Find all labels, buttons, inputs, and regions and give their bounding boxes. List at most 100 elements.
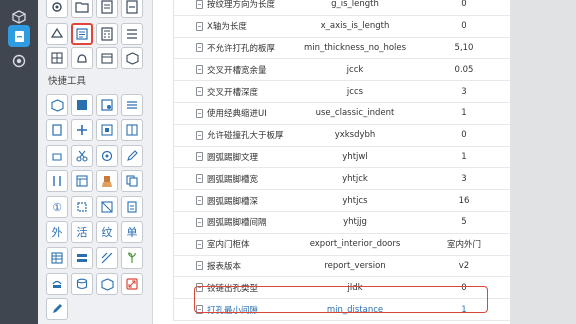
frame-tool-icon[interactable] xyxy=(71,196,93,218)
param-name: 室内门柜体 xyxy=(207,240,250,251)
param-value[interactable]: 0 xyxy=(424,0,504,9)
folder-tool-icon[interactable] xyxy=(71,0,93,18)
param-name: 交叉开槽深度 xyxy=(207,87,259,98)
shape-tool-icon[interactable] xyxy=(46,273,68,295)
param-key: jcck xyxy=(346,64,364,75)
edit-tool-icon[interactable] xyxy=(121,145,143,167)
calendar-tool-icon[interactable] xyxy=(96,47,118,69)
drawer-tool-icon[interactable] xyxy=(71,94,93,116)
copy-tool-icon[interactable] xyxy=(121,170,143,192)
table-row[interactable]: 允许碰撞孔大于板厚 yxksdybh 0 xyxy=(174,125,510,147)
page-tool-icon[interactable] xyxy=(121,196,143,218)
document-icon xyxy=(196,130,203,140)
gear-tool-icon[interactable] xyxy=(46,0,68,18)
param-value[interactable]: 0.05 xyxy=(424,65,504,75)
param-value[interactable]: 5,10 xyxy=(424,43,504,53)
circle-one-tool[interactable]: ① xyxy=(46,196,68,218)
document-icon xyxy=(196,152,203,162)
grid-tool-icon[interactable] xyxy=(46,47,68,69)
rotate-tool-icon[interactable] xyxy=(46,145,68,167)
param-key: yhtjcs xyxy=(342,195,368,206)
table-row[interactable]: 使用经典缩进UI use_classic_indent 1 xyxy=(174,103,510,125)
calculator-tool-icon[interactable] xyxy=(96,23,118,45)
dimension-tool-icon[interactable] xyxy=(96,247,118,269)
brush-tool-icon[interactable] xyxy=(96,170,118,192)
document-icon xyxy=(196,43,203,53)
param-name: 圆弧踢脚槽宽 xyxy=(207,174,259,185)
column-tool-icon[interactable] xyxy=(46,170,68,192)
document-icon xyxy=(196,0,203,9)
grain-tool[interactable]: 纹 xyxy=(96,221,118,243)
active-tool[interactable]: 活 xyxy=(71,221,93,243)
target-tool-icon[interactable] xyxy=(96,145,118,167)
move-tool-icon[interactable] xyxy=(46,23,68,45)
param-name-cell: 圆弧踢脚槽间隔 xyxy=(196,216,267,228)
param-name-cell: 圆弧踢脚槽深 xyxy=(196,195,258,207)
selection-highlight-box xyxy=(194,286,488,313)
param-value[interactable]: 3 xyxy=(424,174,504,184)
document-icon xyxy=(196,261,203,271)
plant-tool-icon[interactable] xyxy=(121,247,143,269)
table-row[interactable]: 交叉开槽深度 jccs 3 xyxy=(174,81,510,103)
table-row[interactable]: 交叉开槽宽余量 jcck 0.05 xyxy=(174,59,510,82)
rack-tool-icon[interactable] xyxy=(71,247,93,269)
bell-tool-icon[interactable] xyxy=(71,47,93,69)
layout-tool-icon[interactable] xyxy=(71,170,93,192)
table-tool-icon[interactable] xyxy=(46,247,68,269)
parameter-settings-icon[interactable] xyxy=(71,23,93,45)
board-tool-icon[interactable] xyxy=(96,196,118,218)
hardware-tool-icon[interactable] xyxy=(96,119,118,141)
cube-tool-icon[interactable] xyxy=(46,94,68,116)
param-name-cell: 报表版本 xyxy=(196,260,241,272)
document-icon xyxy=(196,87,203,97)
param-value[interactable]: 0 xyxy=(424,21,504,31)
param-value[interactable]: 3 xyxy=(424,87,504,97)
scissors-tool-icon[interactable] xyxy=(71,145,93,167)
param-value[interactable]: 室内外门 xyxy=(424,238,504,250)
param-name: X轴为长度 xyxy=(207,22,247,33)
param-value[interactable]: 1 xyxy=(424,152,504,162)
cylinder-tool-icon[interactable] xyxy=(71,273,93,295)
report-tool-icon[interactable] xyxy=(96,0,118,18)
list-tool-icon[interactable] xyxy=(121,23,143,45)
table-row[interactable]: 圆弧踢脚槽深 yhtjcs 16 xyxy=(174,190,510,212)
param-value[interactable]: 16 xyxy=(424,196,504,206)
table-row[interactable]: X轴为长度 x_axis_is_length 0 xyxy=(174,16,510,38)
pencil-tool-icon[interactable] xyxy=(46,298,68,320)
box-3d-tool-icon[interactable] xyxy=(96,273,118,295)
table-row[interactable]: 按纹理方向为长度 g_is_length 0 xyxy=(174,0,510,16)
export-tool-icon[interactable] xyxy=(121,0,143,18)
param-name: 不允许打孔的板厚 xyxy=(207,43,276,54)
param-name: 按纹理方向为长度 xyxy=(207,0,276,11)
box-tool-icon[interactable] xyxy=(121,47,143,69)
shelf-tool-icon[interactable] xyxy=(121,94,143,116)
param-name-cell: 使用经典缩进UI xyxy=(196,107,267,119)
param-value[interactable]: 5 xyxy=(424,217,504,227)
param-name-cell: 允许碰撞孔大于板厚 xyxy=(196,129,284,141)
param-key: export_interior_doors xyxy=(309,239,401,250)
cabinet-icon[interactable] xyxy=(8,25,30,47)
table-row[interactable]: 报表版本 report_version v2 xyxy=(174,256,510,278)
param-name-cell: 交叉开槽宽余量 xyxy=(196,64,267,76)
param-value[interactable]: v2 xyxy=(424,261,504,271)
table-row[interactable]: 圆弧踢脚槽宽 yhtjck 3 xyxy=(174,168,510,191)
door-tool-icon[interactable] xyxy=(46,119,68,141)
param-key: use_classic_indent xyxy=(315,108,395,119)
cabinet-tool-icon[interactable] xyxy=(121,119,143,141)
table-row[interactable]: 圆弧踢脚文理 yhtjwl 1 xyxy=(174,147,510,169)
expand-tool-icon[interactable] xyxy=(121,273,143,295)
panel-tool-icon[interactable] xyxy=(96,94,118,116)
single-tool[interactable]: 单 xyxy=(121,221,143,243)
table-row[interactable]: 室内门柜体 export_interior_doors 室内外门 xyxy=(174,234,510,256)
param-value[interactable]: 1 xyxy=(424,108,504,118)
split-tool-icon[interactable] xyxy=(71,119,93,141)
param-name-cell: 交叉开槽深度 xyxy=(196,86,258,98)
table-row[interactable]: 圆弧踢脚槽间隔 yhtjjg 5 xyxy=(174,212,510,234)
record-icon[interactable] xyxy=(8,50,30,72)
background-area xyxy=(510,0,576,324)
table-row[interactable]: 不允许打孔的板厚 min_thickness_no_holes 5,10 xyxy=(174,38,510,60)
document-icon xyxy=(196,196,203,206)
param-name-cell: 圆弧踢脚文理 xyxy=(196,151,258,163)
outer-tool[interactable]: 外 xyxy=(46,221,68,243)
param-value[interactable]: 0 xyxy=(424,130,504,140)
